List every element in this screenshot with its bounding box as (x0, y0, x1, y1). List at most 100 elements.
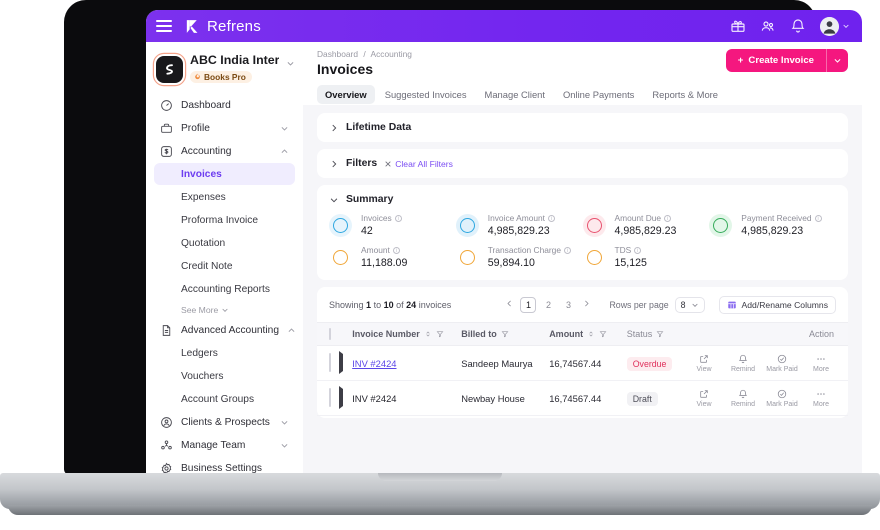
avatar-menu[interactable] (820, 16, 850, 36)
sort-icon[interactable] (424, 330, 432, 338)
brand[interactable]: Refrens (184, 18, 261, 35)
ellipsis-icon (815, 388, 827, 399)
action-label: View (696, 366, 712, 373)
page-3-button[interactable]: 3 (560, 297, 576, 313)
row-checkbox[interactable] (329, 388, 331, 407)
more-action[interactable]: More (808, 353, 834, 373)
create-invoice-button[interactable]: + Create Invoice (725, 49, 826, 72)
tab-online-payments[interactable]: Online Payments (555, 85, 642, 104)
view-action[interactable]: View (691, 353, 717, 373)
info-icon[interactable]: i (634, 246, 642, 254)
org-logo-icon (156, 55, 183, 83)
sidebar-item-proforma-invoice[interactable]: Proforma Invoice (154, 209, 295, 231)
info-icon[interactable]: i (394, 214, 402, 222)
people-icon[interactable] (760, 18, 776, 34)
sidebar-item-account-groups[interactable]: Account Groups (154, 388, 295, 410)
sidebar-item-advanced-accounting[interactable]: Advanced Accounting (154, 319, 295, 341)
page-2-button[interactable]: 2 (540, 297, 556, 313)
table-row[interactable]: INV #2424 Sandeep Maurya 16,74567.44 Ove… (317, 345, 848, 381)
expand-row-icon[interactable] (339, 386, 344, 409)
chevron-down-icon (691, 303, 698, 307)
metric-value: 4,985,829.23 (487, 225, 550, 237)
sidebar-item-clients-prospects[interactable]: Clients & Prospects (154, 411, 295, 433)
chevron-right-icon (332, 160, 337, 167)
invoice-number-value[interactable]: INV #2424 (352, 393, 396, 404)
page-1-button[interactable]: 1 (520, 297, 537, 313)
table-row[interactable]: INV #2424 Newbay House 16,74567.44 Draft (317, 380, 848, 416)
prev-page-button[interactable] (503, 299, 516, 311)
row-checkbox[interactable] (329, 353, 331, 372)
panel-filters-header[interactable]: Filters Clear All Filters (329, 158, 836, 169)
org-switcher[interactable]: ABC India Intern... Books Pro (146, 50, 303, 94)
chevron-down-icon (330, 197, 338, 202)
sidebar-item-ledgers[interactable]: Ledgers (154, 342, 295, 364)
breadcrumb-item-dashboard[interactable]: Dashboard (317, 49, 358, 59)
info-icon[interactable]: i (814, 214, 822, 222)
info-icon[interactable]: i (548, 214, 556, 222)
create-invoice-dropdown-button[interactable] (826, 49, 848, 72)
sidebar-item-label: Accounting (181, 145, 232, 157)
select-all-column (317, 322, 340, 346)
sidebar-item-dashboard[interactable]: Dashboard (154, 94, 295, 116)
sidebar-item-quotation[interactable]: Quotation (154, 232, 295, 254)
chevron-down-icon (280, 124, 289, 133)
hamburger-icon[interactable] (156, 20, 172, 32)
info-icon[interactable]: i (392, 246, 400, 254)
gift-icon[interactable] (730, 18, 746, 34)
breadcrumb-item-accounting[interactable]: Accounting (371, 49, 412, 59)
rows-per-page-select[interactable]: 8 (674, 297, 705, 313)
panel-summary-header[interactable]: Summary (329, 194, 836, 205)
sidebar-item-label: Clients & Prospects (181, 416, 270, 428)
next-page-button[interactable] (580, 299, 593, 311)
action-label: Mark Paid (766, 366, 798, 373)
screen: Refrens ABC India Inter Books Pro Dashbo… (146, 10, 862, 475)
remind-action[interactable]: Remind (730, 388, 756, 408)
briefcase-icon (161, 123, 172, 133)
sidebar-nav: Dashboard Profile Accounting Invoices Ex… (146, 94, 303, 475)
filter-icon[interactable] (501, 330, 509, 338)
sidebar-item-invoices[interactable]: Invoices (154, 163, 295, 185)
mark-paid-action[interactable]: Mark Paid (766, 353, 798, 373)
select-all-checkbox[interactable] (329, 328, 331, 340)
info-icon[interactable]: i (564, 246, 571, 254)
sidebar-item-profile[interactable]: Profile (154, 117, 295, 139)
clear-all-filters-button[interactable]: Clear All Filters (384, 159, 453, 169)
speedometer-icon (161, 99, 172, 111)
sort-icon[interactable] (587, 330, 595, 338)
tab-manage-client[interactable]: Manage Client (477, 85, 553, 104)
see-more-button[interactable]: See More (154, 301, 295, 319)
billed-to-value: Newbay House (461, 393, 525, 404)
info-icon[interactable]: i (664, 214, 672, 222)
status-badge: Overdue (626, 357, 673, 371)
tab-overview[interactable]: Overview (317, 85, 375, 104)
filter-icon[interactable] (656, 330, 664, 338)
column-amount: Amount (549, 322, 627, 346)
bell-icon[interactable] (790, 18, 806, 34)
sidebar-item-label: Advanced Accounting (181, 324, 279, 336)
sidebar-item-accounting[interactable]: Accounting (154, 140, 295, 162)
close-icon (385, 160, 391, 167)
tab-label: Reports & More (652, 89, 719, 100)
metric-ring (583, 246, 606, 269)
remind-action[interactable]: Remind (730, 353, 756, 373)
tab-reports-more[interactable]: Reports & More (644, 85, 726, 104)
sidebar-item-credit-note[interactable]: Credit Note (154, 255, 295, 277)
sidebar-item-accounting-reports[interactable]: Accounting Reports (154, 278, 295, 300)
amount-value: 16,74567.44 (549, 358, 602, 369)
filter-icon[interactable] (436, 330, 444, 338)
invoice-number-link[interactable]: INV #2424 (352, 358, 396, 369)
tab-suggested-invoices[interactable]: Suggested Invoices (377, 85, 475, 104)
filter-icon[interactable] (599, 330, 607, 338)
panel-lifetime-data-header[interactable]: Lifetime Data (329, 122, 836, 133)
add-rename-columns-button[interactable]: Add/Rename Columns (718, 296, 836, 314)
more-action[interactable]: More (808, 388, 834, 408)
sidebar-item-manage-team[interactable]: Manage Team (154, 434, 295, 456)
sidebar-item-expenses[interactable]: Expenses (154, 186, 295, 208)
expand-row-icon[interactable] (339, 351, 344, 374)
mark-paid-action[interactable]: Mark Paid (766, 388, 798, 408)
view-action[interactable]: View (691, 388, 717, 408)
chevron-down-icon (280, 441, 289, 450)
top-bar: Refrens (146, 10, 862, 42)
sidebar-item-vouchers[interactable]: Vouchers (154, 365, 295, 387)
metric-ring (709, 213, 733, 237)
